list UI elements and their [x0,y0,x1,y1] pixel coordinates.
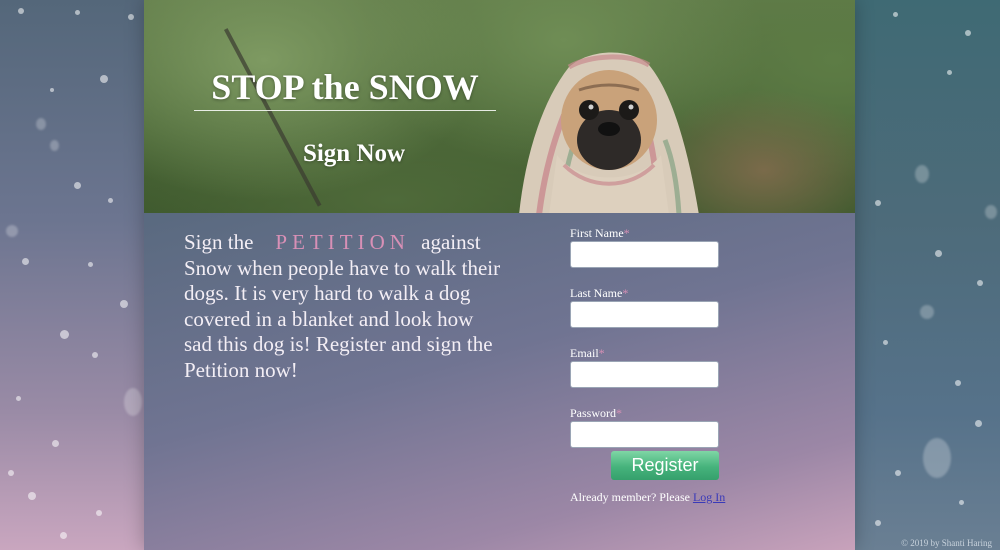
email-label: Email* [570,346,605,360]
snowflake [52,440,59,447]
last-name-field[interactable] [570,301,719,328]
snowflake [92,352,98,358]
petition-description: Sign the PETITION against Snow when peopl… [184,230,504,383]
snowflake [6,225,18,237]
login-link[interactable]: Log In [693,490,725,504]
snowflake [74,182,81,189]
snowflake [88,262,93,267]
password-field[interactable] [570,421,719,448]
snowflake [923,438,951,478]
last-name-label: Last Name* [570,286,629,300]
left-snow-panel [0,0,144,550]
sign-now-link[interactable]: Sign Now [254,140,454,168]
snowflake [935,250,942,257]
first-name-label: First Name* [570,226,630,240]
snowflake [895,470,901,476]
password-label: Password* [570,406,623,420]
snowflake [28,492,36,500]
hero-title: STOP the SNOW [194,66,496,111]
snowflake [985,205,997,219]
snowflake [60,532,67,539]
snowflake [959,500,964,505]
snowflake [108,198,113,203]
snowflake [75,10,80,15]
first-name-field[interactable] [570,241,719,268]
branch-decoration [224,28,322,207]
snowflake [120,300,128,308]
blurb-prefix: Sign the [184,230,254,254]
snowflake [875,520,881,526]
hero-banner: STOP the SNOW Sign Now [144,0,855,213]
snowflake [22,258,29,265]
petition-highlight: PETITION [275,230,410,254]
right-snow-panel [855,0,1000,550]
snowflake [16,396,21,401]
copyright-footer: © 2019 by Shanti Haring [901,538,992,548]
snowflake [883,340,888,345]
login-prompt-text: Already member? Please [570,490,693,504]
snowflake [124,388,142,416]
snowflake [947,70,952,75]
snowflake [965,30,971,36]
snowflake [50,88,54,92]
snowflake [18,8,24,14]
snowflake [36,118,46,130]
email-field[interactable] [570,361,719,388]
snowflake [50,140,59,151]
snowflake [8,470,14,476]
snowflake [875,200,881,206]
login-prompt: Already member? Please Log In [570,490,725,505]
pug-in-blanket-image [519,52,699,213]
snowflake [96,510,102,516]
snowflake [100,75,108,83]
snowflake [920,305,934,319]
snowflake [975,420,982,427]
snowflake [60,330,69,339]
snowflake [915,165,929,183]
snowflake [955,380,961,386]
main-panel: STOP the SNOW Sign Now Sign the PETITION … [144,0,855,550]
register-form: First Name* Last Name* Email* Password* … [570,223,725,505]
register-button[interactable]: Register [611,451,719,480]
snowflake [893,12,898,17]
snowflake [977,280,983,286]
snowflake [128,14,134,20]
